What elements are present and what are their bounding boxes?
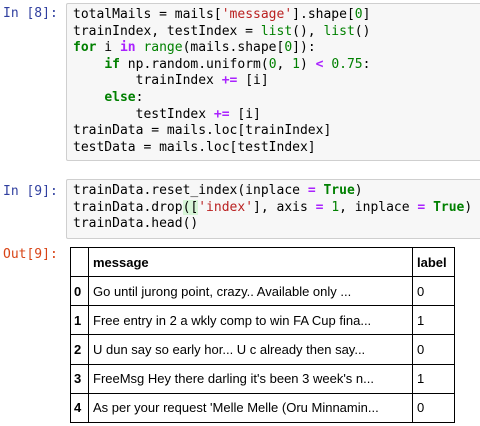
message-cell: Go until jurong point, crazy.. Available… — [88, 275, 413, 307]
table-header-row: message label — [70, 247, 455, 277]
code-token: list — [323, 23, 355, 39]
code-token: totalMails = mails[ — [73, 7, 222, 22]
code-token: : — [135, 89, 144, 105]
code-cell-8[interactable]: totalMails = mails['message'].shape[0] tr… — [66, 3, 480, 161]
column-header-message: message — [88, 247, 413, 277]
column-header-label: label — [412, 247, 455, 277]
code-token: ].shape[ — [292, 7, 355, 22]
table-row: 0 Go until jurong point, crazy.. Availab… — [70, 275, 455, 307]
code-token: ) — [354, 183, 363, 198]
code-token: range — [143, 40, 183, 56]
code-token: list — [260, 23, 293, 39]
message-cell: Free entry in 2 a wkly comp to win FA Cu… — [88, 305, 413, 336]
message-cell: As per your request 'Melle Melle (Oru Mi… — [88, 392, 413, 424]
table-row: 2 U dun say so early hor... U c already … — [70, 334, 455, 365]
code-token: ) — [464, 199, 473, 215]
code-token: trainData.drop — [73, 199, 183, 215]
code-token: testData = mails.loc[testIndex] — [73, 139, 316, 155]
code-token: [i] — [237, 73, 269, 89]
code-token: testIndex — [73, 106, 214, 122]
row-index: 0 — [70, 275, 89, 307]
column-header-index — [70, 247, 89, 277]
code-line: testIndex += [i] — [73, 107, 480, 124]
label-cell: 0 — [412, 275, 455, 307]
prompt-out-9: Out[9]: — [3, 247, 58, 262]
code-token: 0.75 — [331, 56, 363, 72]
table-row: 3 FreeMsg Hey there darling it's been 3 … — [70, 363, 455, 394]
label-cell: 0 — [412, 334, 455, 365]
code-line: trainIndex += [i] — [73, 73, 480, 90]
code-line: trainData.drop(['index'], axis = 1, inpl… — [73, 199, 480, 217]
code-token: trainIndex — [73, 73, 222, 89]
label-cell: 0 — [412, 392, 455, 424]
code-token: , inplace — [339, 199, 418, 215]
code-token: trainData.reset_index(inplace — [73, 183, 308, 198]
code-token: 'index' — [198, 199, 254, 215]
code-token: for — [73, 40, 97, 56]
code-token: True — [323, 183, 355, 198]
row-index: 3 — [70, 363, 89, 394]
code-token: 'message' — [221, 7, 293, 22]
code-token: else — [104, 89, 136, 105]
code-token: 0 — [284, 40, 293, 56]
code-token: trainData.head() — [73, 216, 199, 232]
code-token: if — [104, 56, 120, 72]
code-token: ([ — [182, 199, 199, 215]
code-line: trainData.head() — [73, 216, 480, 233]
code-token: (mails.shape[ — [182, 40, 285, 56]
code-line: for i in range(mails.shape[0]): — [73, 40, 480, 57]
code-line: else: — [73, 90, 480, 107]
code-token: ]): — [292, 40, 316, 56]
message-cell: U dun say so early hor... U c already th… — [88, 334, 413, 365]
code-token: [i] — [229, 106, 261, 122]
message-cell: FreeMsg Hey there darling it's been 3 we… — [88, 363, 413, 394]
code-line: testData = mails.loc[testIndex] — [73, 140, 480, 157]
code-token: 1 — [292, 56, 300, 72]
code-token: () — [354, 23, 371, 39]
code-lines-9: trainData.reset_index(inplace = True) tra… — [73, 183, 480, 233]
code-line: totalMails = mails['message'].shape[0] — [73, 7, 480, 24]
label-cell: 1 — [412, 305, 455, 336]
code-token: ] — [362, 7, 371, 22]
dataframe-output: message label 0 Go until jurong point, c… — [70, 247, 455, 424]
code-token: in — [119, 40, 136, 56]
code-token: = — [307, 183, 316, 198]
row-index: 1 — [70, 305, 89, 336]
code-token: 1 — [331, 199, 340, 215]
code-token: : — [362, 56, 371, 72]
code-token: trainIndex, testIndex = — [73, 23, 261, 39]
prompt-in-9: In [9]: — [3, 184, 58, 199]
row-index: 4 — [70, 392, 89, 424]
table-row: 4 As per your request 'Melle Melle (Oru … — [70, 392, 455, 424]
code-token: ], axis — [253, 199, 316, 215]
code-token: (), — [292, 23, 324, 39]
prompt-in-8: In [8]: — [3, 6, 58, 21]
code-line: trainData.reset_index(inplace = True) — [73, 183, 480, 200]
code-token: 0 — [268, 56, 277, 72]
row-index: 2 — [70, 334, 89, 365]
code-token: True — [433, 199, 465, 215]
table-row: 1 Free entry in 2 a wkly comp to win FA … — [70, 305, 455, 336]
code-token: += — [221, 73, 238, 89]
code-line: if np.random.uniform(0, 1) < 0.75: — [73, 57, 480, 74]
code-line: trainData = mails.loc[trainIndex] — [73, 123, 480, 140]
label-cell: 1 — [412, 363, 455, 394]
code-token: trainData = mails.loc[trainIndex] — [73, 123, 332, 139]
code-cell-9[interactable]: trainData.reset_index(inplace = True) tra… — [66, 179, 480, 239]
code-token: , — [276, 56, 293, 72]
code-token: 0 — [354, 7, 363, 22]
code-token: i — [96, 40, 120, 56]
code-line: trainIndex, testIndex = list(), list() — [73, 24, 480, 41]
code-token: np.random.uniform( — [119, 56, 269, 72]
code-token: += — [213, 106, 230, 122]
code-token: ) — [300, 56, 316, 72]
code-lines-8: totalMails = mails['message'].shape[0] tr… — [73, 7, 480, 156]
